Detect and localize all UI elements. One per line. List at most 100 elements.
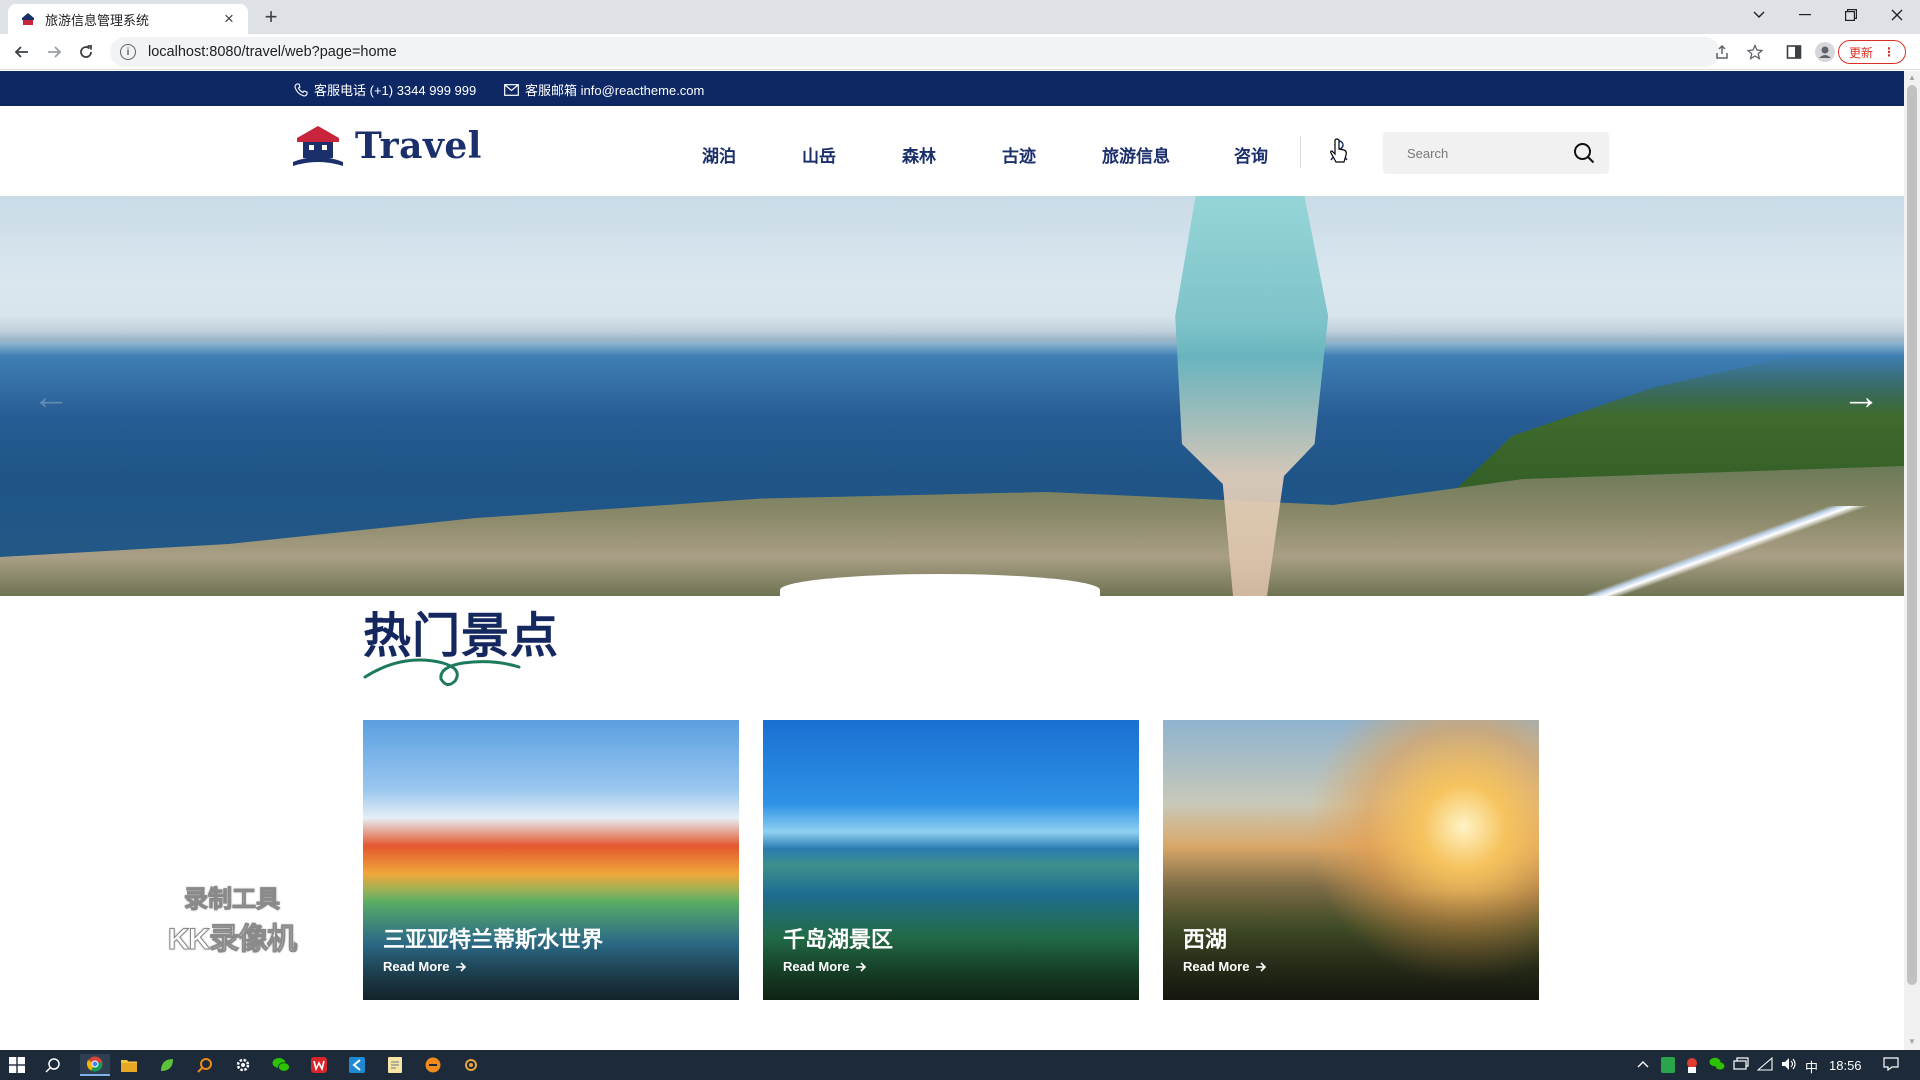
update-button[interactable]: 更新 ⋮ [1838,40,1906,64]
url-text: localhost:8080/travel/web?page=home [148,44,397,60]
hero-mountains [0,316,1904,342]
site-favicon-icon [22,13,34,25]
restore-icon[interactable] [1828,0,1874,30]
tab-close-icon[interactable]: × [220,10,238,28]
profile-avatar-icon[interactable] [1815,42,1835,62]
forward-arrow-icon[interactable] [42,40,66,64]
taskbar-file-explorer-icon[interactable] [118,1054,140,1076]
tab-title: 旅游信息管理系统 [45,12,150,28]
logo-text: Travel [355,125,482,167]
read-more-label: Read More [383,959,450,974]
tray-ime-indicator[interactable]: 中 [1805,1057,1818,1076]
os-taskbar: 中 18:56 [0,1050,1920,1080]
arrow-right-icon [856,961,867,972]
update-label: 更新 [1848,45,1873,60]
tab-search-icon[interactable] [1736,0,1782,30]
taskbar-settings-icon[interactable] [232,1054,254,1076]
arrow-right-icon [456,961,467,972]
close-window-icon[interactable] [1874,0,1920,30]
scroll-up-icon[interactable]: ▲ [1908,73,1916,82]
site-logo[interactable]: Travel [293,124,482,168]
taskbar-search-tool-icon[interactable] [194,1054,216,1076]
read-more-label: Read More [783,959,850,974]
tray-expand-icon[interactable] [1637,1057,1649,1072]
contact-phone-text: 客服电话 (+1) 3344 999 999 [314,83,477,98]
title-swirl-decoration [363,658,521,686]
contact-phone: 客服电话 (+1) 3344 999 999 [294,80,476,99]
tray-security-icon[interactable] [1661,1057,1675,1076]
taskbar-vscode-icon[interactable] [346,1054,368,1076]
taskbar-search-icon[interactable] [42,1054,64,1076]
taskbar-wps-icon[interactable] [308,1054,330,1076]
tray-clock[interactable]: 18:56 [1829,1058,1862,1073]
new-tab-button[interactable]: + [258,4,284,30]
contact-topbar: 客服电话 (+1) 3344 999 999 客服邮箱 info@reacthe… [0,71,1904,106]
taskbar-chrome-icon[interactable] [80,1054,110,1076]
tab-strip: 旅游信息管理系统 × + [0,0,1920,34]
browser-toolbar: i localhost:8080/travel/web?page=home [0,34,1920,70]
nav-item-travel-info[interactable]: 旅游信息 [1102,142,1170,167]
read-more-link[interactable]: Read More [783,959,867,974]
watermark-line-2: KK录像机 [167,923,297,957]
attraction-card[interactable]: 三亚亚特兰蒂斯水世界 Read More [363,720,739,1000]
scroll-down-icon[interactable]: ▼ [1908,1037,1916,1046]
contact-email: 客服邮箱 info@reactheme.com [504,80,704,99]
nav-item-forests[interactable]: 森林 [902,142,936,167]
tray-network-device-icon[interactable] [1733,1057,1749,1074]
back-arrow-icon[interactable] [10,40,34,64]
site-header: Travel 湖泊 山岳 森林 古迹 旅游信息 咨询 Search [0,106,1904,196]
watermark-line-1: 录制工具 [184,886,281,914]
logo-house-icon [293,126,343,166]
scrollbar-thumb[interactable] [1907,85,1917,985]
nav-item-historic-sites[interactable]: 古迹 [1002,142,1036,167]
attraction-card[interactable]: 西湖 Read More [1163,720,1539,1000]
share-icon[interactable] [1712,42,1732,62]
taskbar-orange-app-icon[interactable] [422,1054,444,1076]
tray-volume-icon[interactable] [1781,1057,1797,1074]
hero-rope-image [1564,506,1904,596]
search-icon[interactable] [1573,142,1595,164]
page-viewport: 客服电话 (+1) 3344 999 999 客服邮箱 info@reacthe… [0,71,1904,1050]
card-title[interactable]: 西湖 [1183,922,1227,954]
bookmark-star-icon[interactable] [1745,42,1765,62]
taskbar-wechat-icon[interactable] [270,1054,292,1076]
mail-icon [504,83,519,96]
slider-prev-arrow-icon[interactable]: ← [32,376,70,419]
attraction-card[interactable]: 千岛湖景区 Read More [763,720,1139,1000]
tray-wechat-icon[interactable] [1709,1057,1725,1074]
nav-item-consult[interactable]: 咨询 [1234,142,1268,167]
read-more-link[interactable]: Read More [1183,959,1267,974]
read-more-link[interactable]: Read More [383,959,467,974]
recorder-watermark: 录制工具 KK录像机 [162,879,302,958]
taskbar-notes-icon[interactable] [384,1054,406,1076]
nav-item-mountains[interactable]: 山岳 [802,142,836,167]
taskbar-recorder-icon[interactable] [460,1054,482,1076]
site-info-icon[interactable]: i [120,44,136,60]
reload-icon[interactable] [74,40,98,64]
card-title[interactable]: 千岛湖景区 [783,922,893,954]
mouse-pointer-icon [1330,138,1347,163]
search-placeholder: Search [1407,145,1449,161]
phone-icon [294,82,308,97]
tray-app-icon[interactable] [1685,1057,1699,1076]
read-more-label: Read More [1183,959,1250,974]
tray-notification-icon[interactable] [1883,1057,1899,1074]
page-scrollbar[interactable]: ▲ ▼ [1904,71,1920,1050]
side-panel-icon[interactable] [1784,42,1804,62]
contact-email-text: 客服邮箱 info@reactheme.com [525,83,705,98]
arrow-right-icon [1256,961,1267,972]
tray-wifi-icon[interactable] [1756,1056,1773,1074]
hero-slider: ← → [0,196,1904,596]
card-title[interactable]: 三亚亚特兰蒂斯水世界 [383,922,603,954]
address-bar[interactable]: i localhost:8080/travel/web?page=home [110,37,1720,67]
nav-item-lakes[interactable]: 湖泊 [702,142,736,167]
more-menu-icon: ⋮ [1883,45,1895,59]
slider-next-arrow-icon[interactable]: → [1842,376,1880,419]
search-input[interactable]: Search [1383,132,1609,174]
browser-window: 旅游信息管理系统 × + i localhost:8080/travel/web… [0,0,1920,1080]
minimize-icon[interactable] [1782,0,1828,30]
nav-divider [1300,136,1301,168]
windows-start-icon[interactable] [6,1054,28,1076]
browser-tab[interactable]: 旅游信息管理系统 × [8,4,248,34]
taskbar-green-app-icon[interactable] [156,1054,178,1076]
